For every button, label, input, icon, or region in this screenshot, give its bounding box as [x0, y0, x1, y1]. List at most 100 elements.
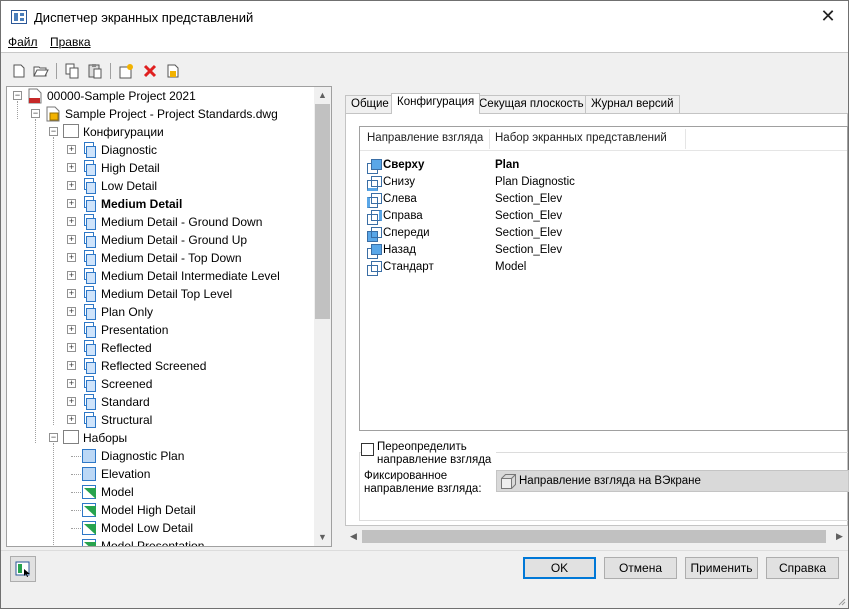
- tab-version-history[interactable]: Журнал версий: [585, 95, 680, 113]
- display-set-model-icon: [81, 520, 97, 536]
- display-set-model-icon: [81, 502, 97, 518]
- tree-item-label: Reflected Screened: [101, 359, 207, 373]
- cancel-button[interactable]: Отмена: [604, 557, 677, 579]
- tree-item-label: Model Presentation: [101, 539, 205, 547]
- expand-icon[interactable]: +: [67, 325, 76, 334]
- tree-item-label: Model High Detail: [101, 503, 196, 517]
- scroll-left-arrow[interactable]: ◀: [345, 528, 362, 545]
- expand-icon[interactable]: +: [67, 271, 76, 280]
- view-cube-icon: [367, 159, 382, 174]
- view-direction-cell: Слева: [383, 193, 417, 205]
- display-set-cell[interactable]: Section_Elev: [495, 210, 562, 222]
- expand-icon[interactable]: +: [67, 163, 76, 172]
- expand-icon[interactable]: +: [67, 145, 76, 154]
- configuration-icon: [81, 376, 97, 392]
- display-set-cell[interactable]: Plan Diagnostic: [495, 176, 575, 188]
- expand-icon[interactable]: +: [67, 235, 76, 244]
- list-row[interactable]: Сверху Plan: [360, 158, 847, 175]
- list-row[interactable]: Снизу Plan Diagnostic: [360, 175, 847, 192]
- display-view-button[interactable]: [10, 556, 36, 582]
- tree-item-label: Elevation: [101, 467, 151, 481]
- tab-cutting-plane[interactable]: Секущая плоскость: [473, 95, 590, 113]
- column-header-direction[interactable]: Направление взгляда: [367, 132, 483, 144]
- close-button[interactable]: ✕: [808, 1, 848, 33]
- expand-icon[interactable]: +: [67, 397, 76, 406]
- list-row[interactable]: Спереди Section_Elev: [360, 226, 847, 243]
- tree-project[interactable]: − 00000-Sample Project 2021: [7, 87, 315, 105]
- tree-guide-line: [53, 137, 54, 425]
- tree-item-label: Наборы: [83, 431, 128, 445]
- tree-connector: [71, 546, 81, 547]
- configuration-icon: [81, 340, 97, 356]
- tree-guide-line: [17, 101, 18, 119]
- expand-icon[interactable]: +: [67, 217, 76, 226]
- list-row[interactable]: Назад Section_Elev: [360, 243, 847, 260]
- override-direction-label: Переопределить направление взгляда: [377, 441, 492, 466]
- display-set-cell[interactable]: Section_Elev: [495, 244, 562, 256]
- configuration-icon: [81, 142, 97, 158]
- scroll-right-arrow[interactable]: ▶: [831, 528, 848, 545]
- scroll-thumb[interactable]: [315, 104, 330, 319]
- tab-general[interactable]: Общие: [345, 95, 395, 113]
- list-row[interactable]: Слева Section_Elev: [360, 192, 847, 209]
- override-direction-checkbox[interactable]: Переопределить направление взгляда: [361, 440, 496, 468]
- display-set-cell[interactable]: Model: [495, 261, 526, 273]
- horizontal-scrollbar[interactable]: ◀ ▶: [345, 528, 848, 545]
- ok-button[interactable]: OK: [523, 557, 596, 579]
- expand-icon[interactable]: +: [67, 253, 76, 262]
- tab-configuration[interactable]: Конфигурация: [391, 93, 481, 114]
- view-cube-icon: [367, 210, 382, 225]
- tree-view[interactable]: ▲ ▼ −00000-Sample Project 2021− Sample Pr…: [6, 86, 332, 547]
- list-row[interactable]: Справа Section_Elev: [360, 209, 847, 226]
- help-button[interactable]: Справка: [766, 557, 839, 579]
- new-icon[interactable]: [9, 61, 29, 81]
- paste-icon[interactable]: [85, 61, 105, 81]
- display-set-cell[interactable]: Section_Elev: [495, 227, 562, 239]
- import-icon[interactable]: [163, 61, 183, 81]
- display-set-cell[interactable]: Section_Elev: [495, 193, 562, 205]
- apply-button[interactable]: Применить: [685, 557, 758, 579]
- collapse-icon[interactable]: −: [31, 109, 40, 118]
- fixed-direction-value: Направление взгляда на ВЭкране: [519, 475, 701, 487]
- expand-icon[interactable]: +: [67, 415, 76, 424]
- copy-icon[interactable]: [62, 61, 82, 81]
- collapse-icon[interactable]: −: [13, 91, 22, 100]
- expand-icon[interactable]: +: [67, 289, 76, 298]
- view-cube-icon: [367, 244, 382, 259]
- column-header-display-set[interactable]: Набор экранных представлений: [495, 132, 667, 144]
- properties-panel: Общие Конфигурация Секущая плоскость Жур…: [337, 86, 849, 547]
- collapse-icon[interactable]: −: [49, 127, 58, 136]
- open-icon[interactable]: [31, 61, 51, 81]
- scroll-up-arrow[interactable]: ▲: [314, 87, 331, 104]
- expand-icon[interactable]: +: [67, 343, 76, 352]
- menu-file[interactable]: Файл: [8, 35, 38, 49]
- resize-grip-icon[interactable]: [836, 596, 846, 606]
- tree-connector: [71, 474, 81, 475]
- menu-edit[interactable]: Правка: [50, 35, 91, 49]
- tree-item-label: High Detail: [101, 161, 160, 175]
- tree-item-label: Reflected: [101, 341, 152, 355]
- expand-icon[interactable]: +: [67, 307, 76, 316]
- new-set-icon[interactable]: [116, 61, 136, 81]
- tree-item-label: Diagnostic Plan: [101, 449, 185, 463]
- expand-icon[interactable]: +: [67, 181, 76, 190]
- tree-item-label: Diagnostic: [101, 143, 158, 157]
- collapse-icon[interactable]: −: [49, 433, 58, 442]
- column-divider[interactable]: [685, 129, 686, 149]
- scroll-down-arrow[interactable]: ▼: [314, 529, 331, 546]
- tree-drawing[interactable]: − Sample Project - Project Standards.dwg: [7, 105, 315, 123]
- column-divider[interactable]: [489, 129, 490, 149]
- list-row[interactable]: Стандарт Model: [360, 260, 847, 277]
- expand-icon[interactable]: +: [67, 199, 76, 208]
- cube-view-icon: [501, 474, 516, 492]
- view-direction-list[interactable]: Направление взгляда Набор экранных предс…: [359, 126, 848, 431]
- display-manager-icon: [11, 10, 27, 24]
- view-direction-cell: Стандарт: [383, 261, 434, 273]
- display-set-cell[interactable]: Plan: [495, 159, 519, 171]
- expand-icon[interactable]: +: [67, 379, 76, 388]
- scroll-thumb[interactable]: [362, 530, 826, 543]
- delete-icon[interactable]: [140, 61, 160, 81]
- tree-scrollbar[interactable]: ▲ ▼: [314, 87, 331, 546]
- expand-icon[interactable]: +: [67, 361, 76, 370]
- checkbox-box[interactable]: [361, 443, 374, 456]
